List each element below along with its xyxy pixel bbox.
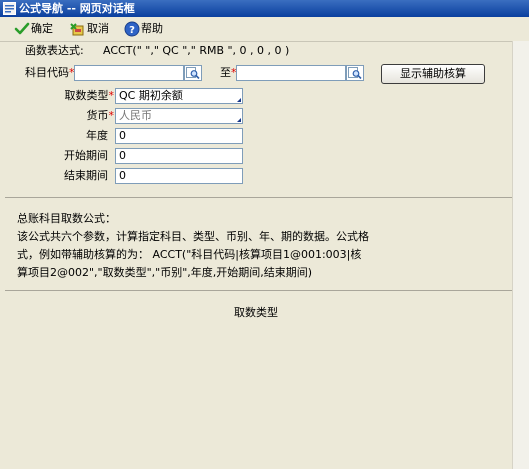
subject-to-label: 至* (220, 66, 237, 79)
checkmark-icon (14, 22, 30, 35)
cancel-button[interactable]: 取消 (70, 21, 110, 37)
start-period-input[interactable]: 0 (115, 148, 243, 164)
help-label: 帮助 (141, 22, 163, 35)
show-aux-accounting-button[interactable]: 显示辅助核算 (381, 64, 485, 84)
ok-label: 确定 (31, 22, 53, 35)
section-divider (5, 290, 512, 291)
currency-select[interactable]: 人民币 (115, 108, 243, 124)
dropdown-arrow-icon (237, 98, 241, 102)
help-icon: ? (124, 21, 140, 37)
subject-from-input[interactable] (74, 65, 184, 81)
lookup-icon (186, 67, 200, 79)
help-button[interactable]: ? 帮助 (124, 21, 164, 37)
cancel-icon (70, 23, 84, 36)
start-period-label: 开始期间 (64, 149, 108, 162)
expression-value: ACCT(" "," QC "," RMB ", 0 , 0 , 0 ) (103, 44, 290, 57)
window-title: 公式导航 -- 网页对话框 (19, 2, 135, 15)
window-icon (3, 2, 16, 15)
description-title: 总账科目取数公式： (17, 212, 116, 225)
subject-to-input[interactable] (236, 65, 346, 81)
year-label: 年度 (86, 129, 108, 142)
vertical-scrollbar[interactable] (512, 41, 529, 469)
currency-value: 人民币 (119, 109, 152, 122)
subject-to-lookup-button[interactable] (346, 65, 364, 81)
end-period-input[interactable]: 0 (115, 168, 243, 184)
expression-label: 函数表达式: (25, 44, 84, 57)
year-input[interactable]: 0 (115, 128, 243, 144)
currency-label: 货币* (86, 109, 115, 122)
title-bar: 公式导航 -- 网页对话框 (0, 0, 529, 17)
subject-code-label: 科目代码* (25, 66, 75, 79)
fetch-type-label: 取数类型* (64, 89, 115, 102)
end-period-label: 结束期间 (64, 169, 108, 182)
subject-from-lookup-button[interactable] (184, 65, 202, 81)
parameter-hint-label: 取数类型 (234, 306, 278, 319)
section-divider (5, 197, 512, 198)
lookup-icon (348, 67, 362, 79)
fetch-type-value: QC 期初余额 (119, 89, 183, 102)
cancel-label: 取消 (87, 22, 109, 35)
ok-button[interactable]: 确定 (14, 21, 54, 37)
fetch-type-select[interactable]: QC 期初余额 (115, 88, 243, 104)
dropdown-arrow-icon (237, 118, 241, 122)
svg-text:?: ? (129, 25, 135, 36)
toolbar: 确定 取消 ? 帮助 (0, 17, 529, 42)
description-body: 该公式共六个参数，计算指定科目、类型、币别、年、期的数据。公式格式，例如带辅助核… (17, 230, 369, 279)
